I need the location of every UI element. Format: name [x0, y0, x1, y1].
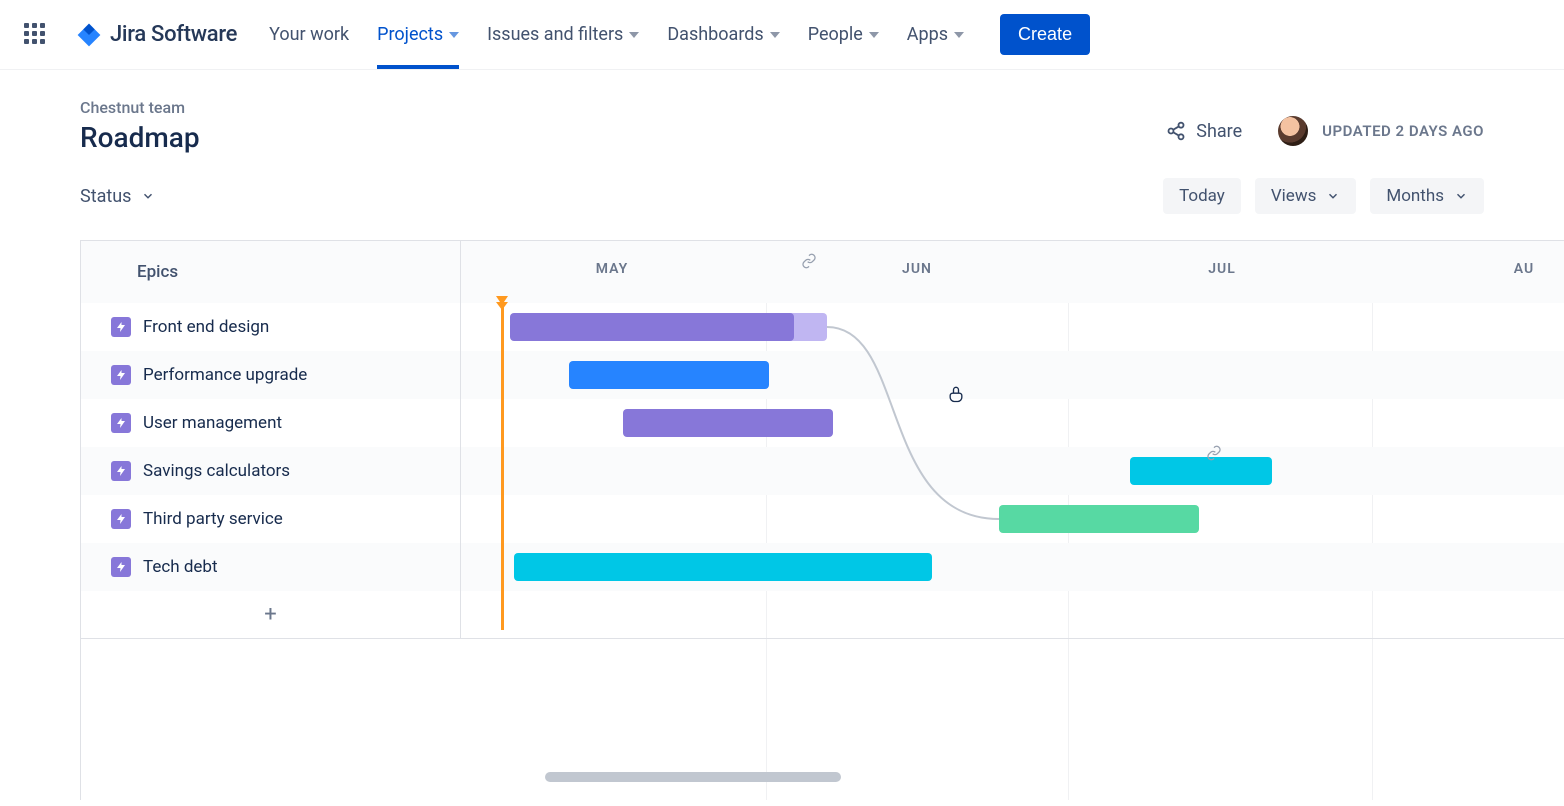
- today-marker: [501, 303, 504, 630]
- epic-name: Third party service: [143, 509, 283, 529]
- epic-timeline-cell[interactable]: [461, 495, 1564, 543]
- month-label: JUN: [902, 261, 932, 277]
- create-button[interactable]: Create: [1000, 14, 1090, 55]
- epic-row: User management: [81, 399, 1564, 447]
- nav-item-projects[interactable]: Projects: [377, 0, 459, 69]
- share-label: Share: [1196, 121, 1242, 142]
- toolbar: Status Today Views Months: [0, 154, 1564, 214]
- logo-text: Jira Software: [110, 22, 237, 47]
- epic-icon: [111, 317, 131, 337]
- month-label: JUL: [1208, 261, 1236, 277]
- updated-info: UPDATED 2 DAYS AGO: [1278, 116, 1484, 146]
- epic-icon: [111, 461, 131, 481]
- epic-row-side[interactable]: Tech debt: [81, 543, 461, 591]
- epic-row: Third party service: [81, 495, 1564, 543]
- chevron-down-icon: [141, 189, 155, 203]
- epic-icon: [111, 413, 131, 433]
- epic-row: Front end design: [81, 303, 1564, 351]
- nav-links: Your work Projects Issues and filters Dashb…: [269, 0, 964, 69]
- chevron-down-icon: [1326, 189, 1340, 203]
- jira-logo[interactable]: Jira Software: [76, 22, 237, 48]
- month-label: AU: [1514, 261, 1534, 277]
- epic-name: Front end design: [143, 317, 269, 337]
- nav-item-dashboards[interactable]: Dashboards: [667, 0, 779, 69]
- chevron-down-icon: [869, 32, 879, 38]
- month-label: MAY: [596, 261, 628, 277]
- chevron-down-icon: [770, 32, 780, 38]
- epic-timeline-cell[interactable]: [461, 399, 1564, 447]
- breadcrumb[interactable]: Chestnut team: [80, 98, 200, 117]
- epic-name: Savings calculators: [143, 461, 290, 481]
- chevron-down-icon: [629, 32, 639, 38]
- epic-timeline-cell[interactable]: [461, 543, 1564, 591]
- horizontal-scrollbar[interactable]: [545, 772, 841, 782]
- chevron-down-icon: [449, 32, 459, 38]
- pointer-cursor-icon: [946, 383, 966, 409]
- epic-row-side[interactable]: Third party service: [81, 495, 461, 543]
- share-button[interactable]: Share: [1166, 121, 1242, 142]
- add-epic-button[interactable]: +: [81, 591, 461, 639]
- roadmap-body: Front end design Performance upgrade User …: [81, 303, 1564, 639]
- epic-name: Tech debt: [143, 557, 218, 577]
- epic-row-side[interactable]: Front end design: [81, 303, 461, 351]
- nav-item-people[interactable]: People: [808, 0, 879, 69]
- chevron-down-icon: [954, 32, 964, 38]
- epics-column-header: Epics: [81, 241, 461, 303]
- nav-item-your-work[interactable]: Your work: [269, 0, 349, 69]
- app-switcher-icon[interactable]: [24, 23, 48, 47]
- epic-bar[interactable]: [514, 553, 932, 581]
- epic-row: Savings calculators: [81, 447, 1564, 495]
- nav-item-apps[interactable]: Apps: [907, 0, 964, 69]
- views-dropdown[interactable]: Views: [1255, 178, 1357, 214]
- epic-bar[interactable]: [569, 361, 769, 389]
- epic-icon: [111, 509, 131, 529]
- nav-item-issues-and-filters[interactable]: Issues and filters: [487, 0, 639, 69]
- epic-icon: [111, 557, 131, 577]
- epic-row-side[interactable]: Savings calculators: [81, 447, 461, 495]
- epic-row-side[interactable]: User management: [81, 399, 461, 447]
- status-label: Status: [80, 186, 131, 207]
- today-button[interactable]: Today: [1163, 178, 1241, 214]
- epic-bar[interactable]: [1130, 457, 1272, 485]
- epic-bar[interactable]: [999, 505, 1199, 533]
- epic-row: Performance upgrade: [81, 351, 1564, 399]
- months-dropdown[interactable]: Months: [1370, 178, 1484, 214]
- epic-row: Tech debt: [81, 543, 1564, 591]
- link-icon[interactable]: [801, 253, 817, 273]
- avatar[interactable]: [1278, 116, 1308, 146]
- page-title: Roadmap: [80, 121, 200, 154]
- add-epic-row: +: [81, 591, 1564, 639]
- epic-icon: [111, 365, 131, 385]
- status-filter[interactable]: Status: [80, 186, 155, 207]
- roadmap-grid: Epics MAY JUN JUL AU Front end design Perfor…: [80, 240, 1564, 800]
- epic-timeline-cell[interactable]: [461, 303, 1564, 351]
- epic-timeline-cell[interactable]: [461, 351, 1564, 399]
- epic-name: Performance upgrade: [143, 365, 307, 385]
- epic-bar[interactable]: [510, 313, 794, 341]
- epic-timeline-cell[interactable]: [461, 447, 1564, 495]
- link-icon[interactable]: [1206, 445, 1222, 465]
- epic-bar[interactable]: [623, 409, 833, 437]
- timeline-header: MAY JUN JUL AU: [461, 241, 1564, 303]
- updated-text: UPDATED 2 DAYS AGO: [1322, 122, 1484, 140]
- epic-row-side[interactable]: Performance upgrade: [81, 351, 461, 399]
- project-header: Chestnut team Roadmap Share UPDATED 2 DA…: [0, 70, 1564, 154]
- chevron-down-icon: [1454, 189, 1468, 203]
- top-nav: Jira Software Your work Projects Issues an…: [0, 0, 1564, 70]
- share-icon: [1166, 121, 1186, 141]
- epic-name: User management: [143, 413, 282, 433]
